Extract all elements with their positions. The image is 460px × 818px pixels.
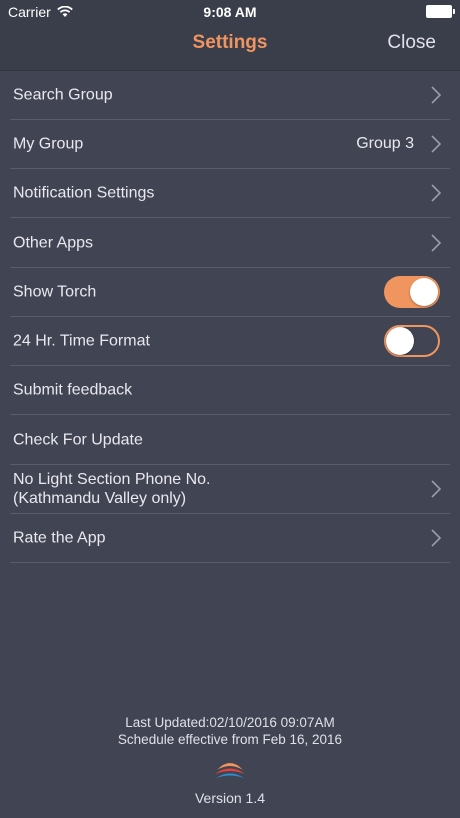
status-bar: Carrier 9:08 AM <box>0 0 460 24</box>
time-format-label: 24 Hr. Time Format <box>13 332 150 350</box>
status-right <box>426 5 455 18</box>
chevron-right-icon <box>431 480 442 498</box>
notification-settings-row[interactable]: Notification Settings <box>10 169 450 218</box>
toggle-knob <box>386 327 414 355</box>
search-group-row[interactable]: Search Group <box>10 71 450 120</box>
update-info: Last Updated:02/10/2016 09:07AM Schedule… <box>0 714 460 748</box>
time-format-row: 24 Hr. Time Format <box>10 317 450 366</box>
header: Carrier 9:08 AM Settings Close <box>0 0 460 71</box>
rate-app-row[interactable]: Rate the App <box>10 514 450 563</box>
show-torch-toggle[interactable] <box>384 276 440 308</box>
notification-settings-label: Notification Settings <box>13 184 155 202</box>
check-update-label: Check For Update <box>13 431 143 448</box>
battery-icon <box>426 5 455 18</box>
show-torch-row: Show Torch <box>10 268 450 317</box>
no-light-phone-row[interactable]: No Light Section Phone No. (Kathmandu Va… <box>10 465 450 514</box>
chevron-right-icon <box>431 529 442 547</box>
version-text: Version 1.4 <box>194 790 266 806</box>
no-light-line-2: (Kathmandu Valley only) <box>13 490 187 507</box>
toggle-knob <box>410 278 438 306</box>
my-group-label: My Group <box>13 135 84 153</box>
settings-list: Search Group My Group Group 3 Notificati… <box>0 71 460 563</box>
other-apps-label: Other Apps <box>13 234 94 251</box>
no-light-phone-label: No Light Section Phone No. (Kathmandu Va… <box>13 470 210 508</box>
app-logo-icon <box>215 763 245 778</box>
check-update-row[interactable]: Check For Update <box>10 415 450 465</box>
chevron-right-icon <box>431 184 442 202</box>
submit-feedback-row[interactable]: Submit feedback <box>10 366 450 415</box>
chevron-right-icon <box>431 135 442 153</box>
chevron-right-icon <box>431 233 442 252</box>
submit-feedback-label: Submit feedback <box>13 381 133 399</box>
close-button[interactable]: Close <box>387 32 436 54</box>
my-group-row[interactable]: My Group Group 3 <box>10 120 450 169</box>
search-group-label: Search Group <box>13 86 113 104</box>
schedule-text: Schedule effective from Feb 16, 2016 <box>117 732 343 747</box>
time-format-toggle[interactable] <box>384 325 440 357</box>
chevron-right-icon <box>431 86 442 104</box>
navigation-bar: Settings Close <box>0 24 460 68</box>
my-group-value: Group 3 <box>356 135 414 152</box>
no-light-line-1: No Light Section Phone No. <box>13 471 211 488</box>
last-updated-text: Last Updated:02/10/2016 09:07AM <box>125 715 335 730</box>
show-torch-label: Show Torch <box>13 283 97 301</box>
other-apps-row[interactable]: Other Apps <box>10 218 450 268</box>
rate-app-label: Rate the App <box>13 529 106 547</box>
status-time: 9:08 AM <box>203 4 257 20</box>
